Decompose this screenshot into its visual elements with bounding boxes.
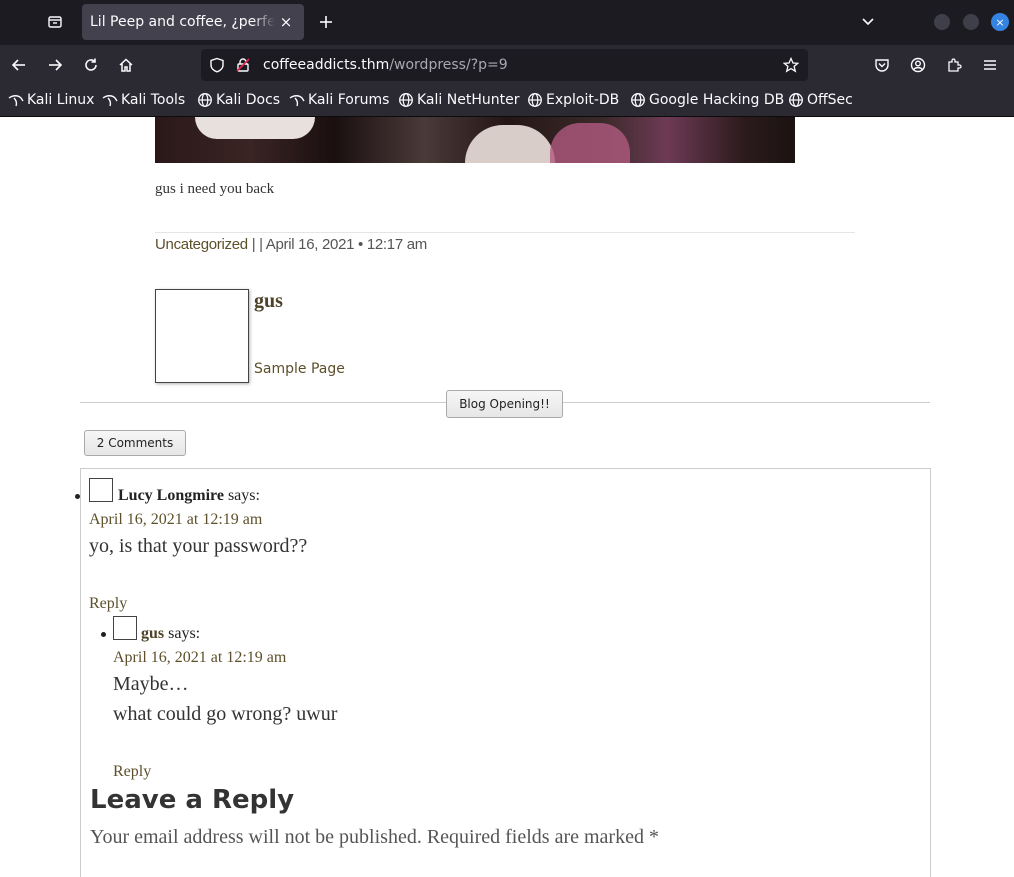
kali-dragon-icon xyxy=(102,95,118,107)
author-website-link[interactable]: Sample Page xyxy=(254,361,345,377)
url-bar[interactable]: coffeeaddicts.thm/wordpress/?p=9 xyxy=(201,49,808,81)
account-icon[interactable] xyxy=(904,51,932,79)
url-path: /wordpress/?p=9 xyxy=(389,57,508,73)
comment-date-link[interactable]: April 16, 2021 at 12:19 am xyxy=(89,511,262,529)
kali-dragon-icon xyxy=(8,95,24,107)
reload-icon[interactable] xyxy=(77,51,105,79)
post-caption: gus i need you back xyxy=(155,181,275,197)
bookmark-kali-linux[interactable]: Kali Linux xyxy=(8,92,94,108)
shield-icon[interactable] xyxy=(209,57,225,77)
pocket-icon[interactable] xyxy=(868,51,896,79)
back-arrow-icon[interactable] xyxy=(5,51,33,79)
bookmark-kali-tools[interactable]: Kali Tools xyxy=(102,92,185,108)
bookmarks-toolbar: Kali Linux Kali Tools Kali Docs Kali For… xyxy=(0,85,1014,117)
reply-form-notes: Your email address will not be published… xyxy=(90,826,659,848)
window-minimize-button[interactable] xyxy=(934,14,950,30)
url-text[interactable]: coffeeaddicts.thm/wordpress/?p=9 xyxy=(263,57,508,73)
bookmark-label: Exploit-DB xyxy=(546,92,620,108)
comment-author: gus says: xyxy=(141,625,200,643)
home-icon[interactable] xyxy=(112,51,140,79)
star-icon[interactable] xyxy=(782,56,800,77)
bookmark-label: Google Hacking DB xyxy=(649,92,785,108)
bookmark-label: Kali Linux xyxy=(27,92,95,108)
reply-link[interactable]: Reply xyxy=(89,595,127,613)
comment-author-name: Lucy Longmire xyxy=(118,487,224,504)
bookmark-label: Kali Tools xyxy=(121,92,186,108)
list-bullet xyxy=(75,494,80,499)
comment-text: what could go wrong? uwur xyxy=(113,703,338,725)
comment-text: yo, is that your password?? xyxy=(89,535,308,557)
bookmark-offsec[interactable]: OffSec xyxy=(788,92,853,108)
comment-author: Lucy Longmire says: xyxy=(118,487,260,505)
post-date: | | April 16, 2021 • 12:17 am xyxy=(247,236,428,253)
comment-date-link[interactable]: April 16, 2021 at 12:19 am xyxy=(113,649,286,667)
comment-says: says: xyxy=(223,487,260,504)
comments-section xyxy=(80,468,931,877)
post-featured-image xyxy=(155,117,795,163)
menu-icon[interactable] xyxy=(976,51,1004,79)
bookmark-label: OffSec xyxy=(807,92,853,108)
lock-warning-icon[interactable] xyxy=(235,57,251,77)
bookmark-label: Kali NetHunter xyxy=(417,92,520,108)
browser-navigation-bar: coffeeaddicts.thm/wordpress/?p=9 xyxy=(0,45,1014,85)
tab-list-icon[interactable] xyxy=(41,8,69,36)
reply-form-title: Leave a Reply xyxy=(90,785,295,815)
image-detail xyxy=(195,117,315,139)
globe-icon xyxy=(789,93,803,107)
browser-tab-active[interactable]: Lil Peep and coffee, ¿perfect combo? × xyxy=(82,4,304,40)
list-bullet xyxy=(101,632,106,637)
commenter-avatar xyxy=(89,478,113,502)
bookmark-kali-docs[interactable]: Kali Docs xyxy=(197,92,280,108)
forward-arrow-icon[interactable] xyxy=(41,51,69,79)
comment-text: Maybe… xyxy=(113,673,189,695)
bookmark-kali-forums[interactable]: Kali Forums xyxy=(289,92,389,108)
bookmark-exploit-db[interactable]: Exploit-DB xyxy=(527,92,619,108)
extensions-icon[interactable] xyxy=(940,51,968,79)
kali-dragon-icon xyxy=(289,95,305,107)
globe-icon xyxy=(631,93,645,107)
image-detail xyxy=(465,125,555,163)
bookmark-label: Kali Forums xyxy=(308,92,390,108)
plus-icon[interactable] xyxy=(312,8,340,36)
globe-icon xyxy=(528,93,542,107)
divider xyxy=(155,232,855,233)
commenter-avatar xyxy=(113,616,137,640)
window-close-button[interactable]: × xyxy=(991,13,1009,31)
post-meta: Uncategorized | | April 16, 2021 • 12:17… xyxy=(155,236,427,253)
bookmark-label: Kali Docs xyxy=(216,92,281,108)
comment-author-name[interactable]: gus xyxy=(141,625,164,642)
bookmark-google-hacking-db[interactable]: Google Hacking DB xyxy=(630,92,784,108)
reply-link[interactable]: Reply xyxy=(113,763,151,781)
close-icon[interactable]: × xyxy=(276,12,296,32)
window-maximize-button[interactable] xyxy=(963,14,979,30)
bookmark-kali-nethunter[interactable]: Kali NetHunter xyxy=(398,92,519,108)
category-link[interactable]: Uncategorized xyxy=(155,236,248,253)
browser-tab-bar: Lil Peep and coffee, ¿perfect combo? × × xyxy=(0,0,1014,45)
page-content: gus i need you back Uncategorized | | Ap… xyxy=(0,117,1014,877)
globe-icon xyxy=(198,93,212,107)
author-avatar xyxy=(155,289,249,383)
url-host: coffeeaddicts.thm xyxy=(263,57,390,73)
tab-title: Lil Peep and coffee, ¿perfect combo? xyxy=(90,14,275,30)
chevron-down-icon[interactable] xyxy=(854,8,882,36)
globe-icon xyxy=(399,93,413,107)
comment-says: says: xyxy=(164,625,201,642)
image-detail xyxy=(550,123,630,163)
previous-post-button[interactable]: Blog Opening!! xyxy=(446,390,563,418)
author-name: gus xyxy=(254,290,283,312)
comments-toggle-button[interactable]: 2 Comments xyxy=(84,430,186,456)
